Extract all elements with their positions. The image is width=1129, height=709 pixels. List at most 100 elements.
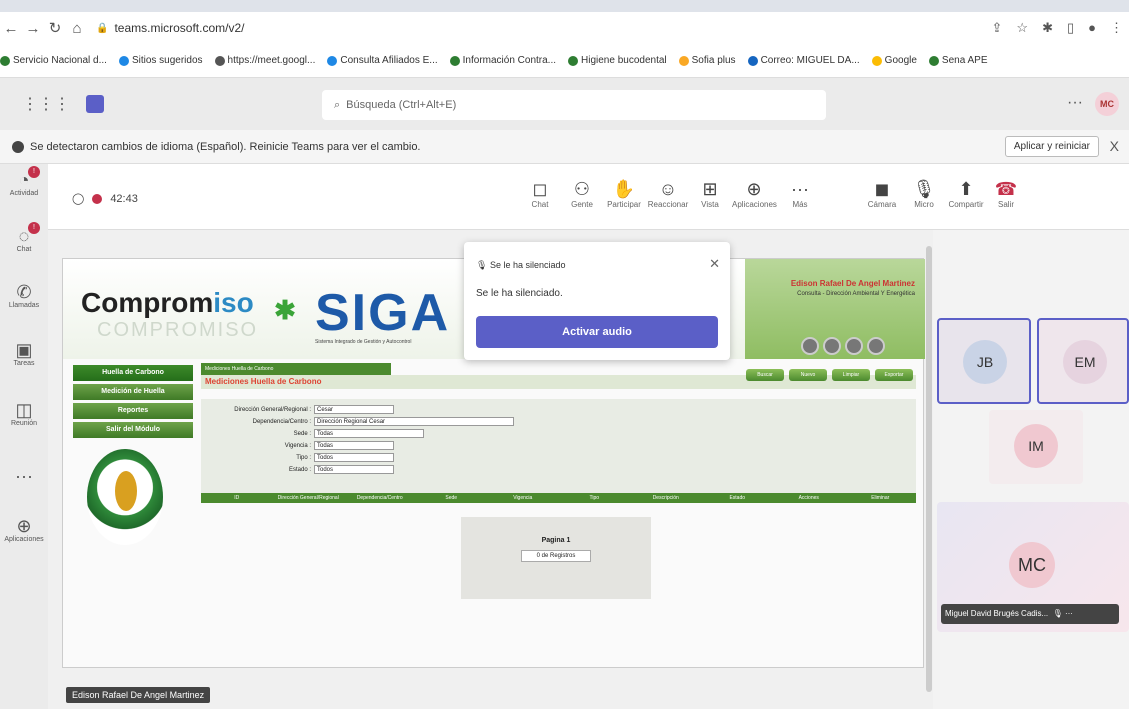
- bookmark-item[interactable]: Servicio Nacional d...: [0, 55, 107, 66]
- sidepanel-icon[interactable]: ▯: [1067, 20, 1074, 36]
- participants-panel: JB EM IM MC Miguel David Brugés Cadis...…: [933, 230, 1129, 709]
- rail-label: Reunión: [10, 420, 38, 427]
- bookmark-favicon-icon: [678, 55, 689, 66]
- toolbar-glyph-icon: ⬆: [958, 179, 974, 199]
- siga-action-button[interactable]: Nuevo: [789, 369, 827, 381]
- back-icon[interactable]: ←: [0, 20, 22, 37]
- app-launcher-icon[interactable]: ⋮⋮⋮: [22, 94, 70, 114]
- participant-tile[interactable]: EM: [1037, 318, 1129, 404]
- bookmark-label: Higiene bucodental: [581, 55, 667, 66]
- star-icon[interactable]: ☆: [1016, 20, 1028, 36]
- toolbar-button[interactable]: 🎙 Micro: [902, 178, 946, 209]
- info-icon: [12, 140, 24, 153]
- table-column-header: Descripción: [652, 495, 679, 501]
- rail-glyph-icon: ···: [15, 466, 33, 486]
- toolbar-label: Chat: [531, 200, 549, 209]
- bookmark-favicon-icon: [449, 55, 460, 66]
- bookmark-label: Google: [884, 55, 917, 66]
- toolbar-button[interactable]: ◼ Cámara: [860, 178, 904, 209]
- table-column-header: Eliminar: [871, 495, 890, 501]
- toolbar-glyph-icon: ⚇: [573, 179, 591, 199]
- bookmark-item[interactable]: Sitios sugeridos: [118, 55, 203, 66]
- filter-row: Dirección General/Regional : Cesar: [201, 405, 394, 414]
- rail-item[interactable]: ···: [0, 466, 48, 486]
- toolbar-button[interactable]: ⬆ Compartir: [944, 178, 988, 209]
- table-column-header: Sede: [445, 495, 458, 501]
- search-box[interactable]: ⌕ Búsqueda (Ctrl+Alt+E): [322, 90, 826, 120]
- filter-select[interactable]: Todos: [314, 465, 394, 474]
- timer-text: 42:43: [110, 192, 138, 205]
- bookmark-item[interactable]: Información Contra...: [449, 55, 556, 66]
- bookmark-favicon-icon: [118, 55, 129, 66]
- share-icon[interactable]: ⇪: [992, 20, 1003, 36]
- bookmark-item[interactable]: Consulta Afiliados E...: [327, 55, 438, 66]
- toolbar-button[interactable]: ⊞ Vista: [688, 178, 732, 209]
- toolbar-button[interactable]: ☎ Salir: [984, 178, 1028, 209]
- avatar: EM: [1063, 340, 1107, 384]
- siga-action-button[interactable]: Buscar: [746, 369, 784, 381]
- bookmark-item[interactable]: Sofia plus: [678, 55, 736, 66]
- filter-select[interactable]: Todas: [314, 429, 424, 438]
- bookmark-item[interactable]: Sena APE: [928, 55, 988, 66]
- rail-item[interactable]: ◌ Chat!: [0, 222, 48, 253]
- toolbar-button[interactable]: ⚇ Gente: [560, 178, 604, 209]
- bookmark-favicon-icon: [214, 55, 225, 66]
- bookmark-label: Sitios sugeridos: [131, 55, 203, 66]
- sena-logo: ✱: [274, 295, 296, 325]
- participant-tile[interactable]: JB: [937, 318, 1031, 404]
- profile-icon[interactable]: ●: [1088, 20, 1096, 36]
- siga-nav-item[interactable]: Salir del Módulo: [73, 422, 193, 438]
- siga-action-button[interactable]: Limpiar: [832, 369, 870, 381]
- rail-item[interactable]: ◔ Actividad!: [0, 166, 48, 197]
- rail-glyph-icon: ⊕: [16, 516, 32, 536]
- scrollbar[interactable]: [926, 246, 932, 692]
- table-column-header: Acciones: [798, 495, 819, 501]
- bookmark-item[interactable]: https://meet.googl...: [214, 55, 315, 66]
- browser-tabstrip: [0, 0, 1129, 12]
- avatar[interactable]: MC: [1095, 92, 1119, 116]
- table-column-header: Estado: [729, 495, 746, 501]
- table-column-header: Dependencia/Centro: [356, 495, 403, 501]
- rail-item[interactable]: ▣ Tareas: [0, 340, 48, 367]
- apply-restart-button[interactable]: Aplicar y reiniciar: [1004, 136, 1099, 157]
- filter-select[interactable]: Todos: [314, 453, 394, 462]
- toolbar-glyph-icon: ⊕: [746, 179, 762, 199]
- toolbar-button[interactable]: ⊕ Aplicaciones: [732, 178, 777, 209]
- reload-icon[interactable]: ↻: [44, 19, 66, 37]
- close-icon[interactable]: ✕: [709, 256, 720, 272]
- toolbar-button[interactable]: ◻ Chat: [518, 178, 562, 209]
- activate-audio-button[interactable]: Activar audio: [476, 316, 718, 348]
- filter-select[interactable]: Todas: [314, 441, 394, 450]
- meeting-timer: ◯ 42:43: [72, 192, 138, 206]
- rail-item[interactable]: ◫ Reunión: [0, 400, 48, 427]
- filter-select[interactable]: Cesar: [314, 405, 394, 414]
- siga-nav-item[interactable]: Medición de Huella: [73, 384, 193, 400]
- toolbar-button[interactable]: ··· Más: [778, 178, 822, 209]
- participant-tile[interactable]: IM: [989, 410, 1083, 484]
- home-icon[interactable]: ⌂: [66, 20, 88, 37]
- filter-row: Sede : Todas: [201, 429, 424, 438]
- menu-icon[interactable]: ⋮: [1110, 20, 1123, 36]
- rail-glyph-icon: ◫: [15, 400, 33, 420]
- siga-nav-item[interactable]: Reportes: [73, 403, 193, 419]
- siga-user-name: Edison Rafael De Angel Martinez: [790, 279, 915, 288]
- rail-item[interactable]: ✆ Llamadas: [0, 282, 48, 309]
- filter-label: Dependencia/Centro :: [252, 418, 311, 425]
- filter-select[interactable]: Dirección Regional Cesar: [314, 417, 514, 426]
- more-icon[interactable]: ···: [1067, 94, 1083, 112]
- muted-title: 🎙 Se le ha silenciado: [476, 260, 566, 270]
- bookmark-item[interactable]: Higiene bucodental: [568, 55, 667, 66]
- address-bar[interactable]: 🔒 teams.microsoft.com/v2/: [96, 21, 244, 35]
- toolbar-button[interactable]: ☺ Reaccionar: [646, 178, 690, 209]
- close-icon[interactable]: X: [1110, 138, 1119, 154]
- bookmark-favicon-icon: [928, 55, 939, 66]
- bookmark-item[interactable]: Correo: MIGUEL DA...: [747, 55, 860, 66]
- rail-item[interactable]: ⊕ Aplicaciones: [0, 516, 48, 543]
- forward-icon[interactable]: →: [22, 20, 44, 37]
- siga-action-button[interactable]: Exportar: [875, 369, 913, 381]
- extensions-icon[interactable]: ✱: [1042, 20, 1053, 36]
- toolbar-button[interactable]: ✋ Participar: [602, 178, 646, 209]
- rail-label: Actividad: [9, 190, 39, 197]
- bookmark-item[interactable]: Google: [871, 55, 917, 66]
- siga-nav-item[interactable]: Huella de Carbono: [73, 365, 193, 381]
